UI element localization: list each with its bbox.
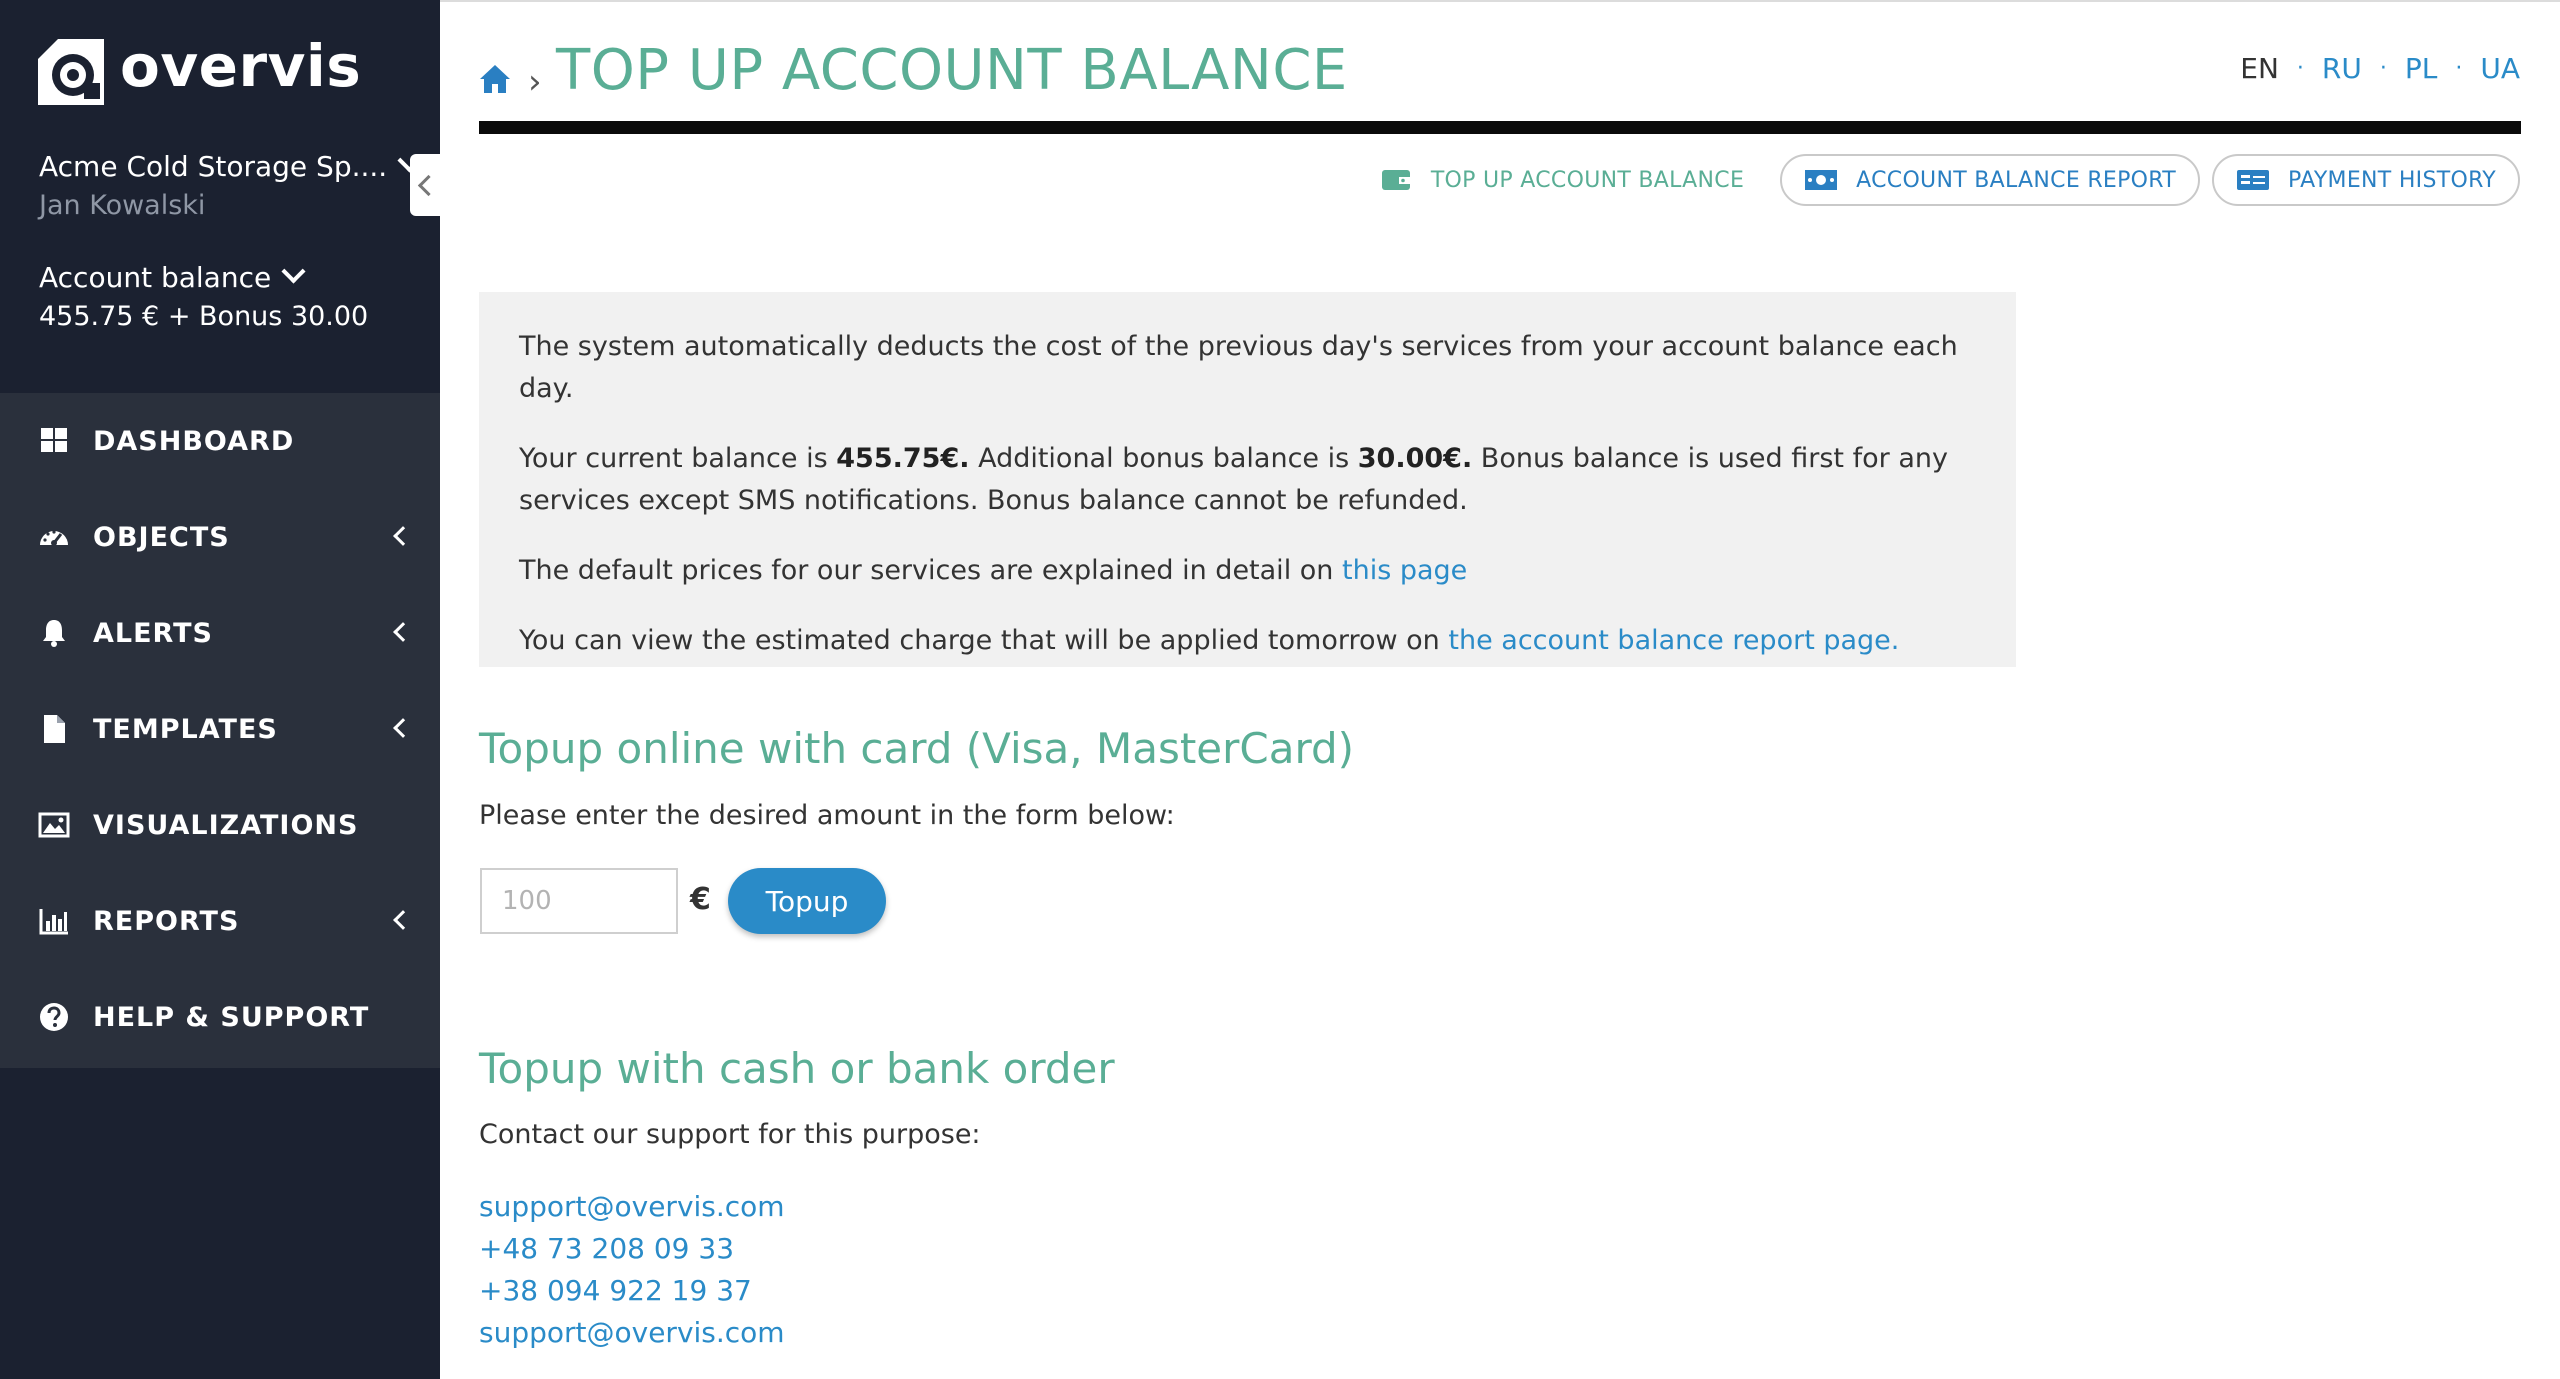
nav-item-alerts[interactable]: ALERTS <box>0 585 440 681</box>
card-topup-instruction: Please enter the desired amount in the f… <box>479 800 1175 831</box>
lang-ua[interactable]: UA <box>2480 52 2520 85</box>
nav-label: REPORTS <box>93 905 240 937</box>
prices-page-link[interactable]: this page <box>1342 555 1467 586</box>
nav-item-reports[interactable]: REPORTS <box>0 873 440 969</box>
support-phone-ua-link[interactable]: +38 094 922 19 37 <box>479 1270 785 1312</box>
nav-item-help-support[interactable]: HELP & SUPPORT <box>0 969 440 1065</box>
question-circle-icon <box>40 1003 68 1031</box>
subnav-payment-history[interactable]: PAYMENT HISTORY <box>2212 154 2520 206</box>
support-phone-pl-link[interactable]: +48 73 208 09 33 <box>479 1228 785 1270</box>
balance-value: 455.75 € + Bonus 30.00 <box>39 301 369 332</box>
info-deduction-text: The system automatically deducts the cos… <box>519 331 1958 404</box>
support-email-link[interactable]: support@overvis.com <box>479 1186 785 1228</box>
banknote-icon <box>1805 170 1838 190</box>
bonus-balance-amount: 30.00€. <box>1357 443 1473 474</box>
home-icon[interactable] <box>478 62 512 96</box>
info-text: Additional bonus balance is <box>969 443 1358 474</box>
info-estimate-text: You can view the estimated charge that w… <box>519 620 1976 662</box>
info-balance-text: Your current balance is 455.75€. Additio… <box>519 438 1976 522</box>
wallet-icon <box>1381 170 1410 190</box>
sidebar-collapse-toggle[interactable] <box>410 154 440 216</box>
nav-label: DASHBOARD <box>93 425 295 457</box>
lang-separator: · <box>2379 56 2387 81</box>
chevron-left-icon <box>393 718 413 738</box>
lang-separator: · <box>2296 56 2304 81</box>
user-name: Jan Kowalski <box>39 190 206 221</box>
page-title: TOP UP ACCOUNT BALANCE <box>556 38 1348 103</box>
nav-item-dashboard[interactable]: DASHBOARD <box>0 393 440 489</box>
nav-label: ALERTS <box>93 617 213 649</box>
sidebar: overvis Acme Cold Storage Sp.... Jan Kow… <box>0 0 440 1379</box>
lang-ru[interactable]: RU <box>2322 52 2362 85</box>
balance-report-link[interactable]: the account balance report page. <box>1448 625 1899 656</box>
money-check-icon <box>2237 170 2270 190</box>
main-nav: DASHBOARD OBJECTS ALERTS TEMPLATES VISUA… <box>0 393 440 1068</box>
subnav-balance-report[interactable]: ACCOUNT BALANCE REPORT <box>1780 154 2201 206</box>
bar-chart-icon <box>39 909 68 935</box>
info-text: Your current balance is <box>519 443 837 474</box>
billing-info-box: The system automatically deducts the cos… <box>479 292 2016 667</box>
nav-item-templates[interactable]: TEMPLATES <box>0 681 440 777</box>
support-contacts: support@overvis.com +48 73 208 09 33 +38… <box>479 1186 785 1354</box>
lang-pl[interactable]: PL <box>2405 52 2437 85</box>
info-prices-text: The default prices for our services are … <box>519 550 1976 592</box>
balance-subnav: TOP UP ACCOUNT BALANCE ACCOUNT BALANCE R… <box>1343 154 2520 206</box>
nav-item-objects[interactable]: OBJECTS <box>0 489 440 585</box>
subnav-report-label: ACCOUNT BALANCE REPORT <box>1856 167 2177 193</box>
cash-topup-instruction: Contact our support for this purpose: <box>479 1119 981 1150</box>
document-icon <box>44 715 65 743</box>
chevron-left-icon <box>393 622 413 642</box>
language-switcher: EN · RU · PL · UA <box>2240 52 2520 85</box>
nav-label: HELP & SUPPORT <box>93 1001 370 1033</box>
topup-amount-input[interactable] <box>480 868 678 934</box>
nav-item-visualizations[interactable]: VISUALIZATIONS <box>0 777 440 873</box>
subnav-topup-label: TOP UP ACCOUNT BALANCE <box>1430 167 1745 193</box>
brand[interactable]: overvis <box>38 32 362 106</box>
nav-label: TEMPLATES <box>93 713 278 745</box>
company-name: Acme Cold Storage Sp.... <box>39 149 388 183</box>
nav-label: OBJECTS <box>93 521 230 553</box>
subnav-topup[interactable]: TOP UP ACCOUNT BALANCE <box>1355 154 1768 206</box>
cash-topup-heading: Topup with cash or bank order <box>479 1044 1115 1093</box>
balance-dropdown[interactable]: Account balance <box>39 257 429 297</box>
subnav-history-label: PAYMENT HISTORY <box>2288 167 2496 193</box>
card-topup-heading: Topup online with card (Visa, MasterCard… <box>479 724 1355 773</box>
brand-name: overvis <box>120 32 362 100</box>
title-divider <box>479 121 2521 134</box>
info-text: The default prices for our services are … <box>519 555 1342 586</box>
lang-separator: · <box>2455 56 2463 81</box>
company-selector[interactable]: Acme Cold Storage Sp.... <box>39 146 429 186</box>
topup-button[interactable]: Topup <box>728 868 886 934</box>
overvis-logo-icon <box>38 39 104 105</box>
info-text: You can view the estimated charge that w… <box>519 625 1449 656</box>
breadcrumb-separator: › <box>528 62 542 102</box>
lang-en[interactable]: EN <box>2240 52 2279 85</box>
speedometer-icon <box>40 530 68 546</box>
balance-label: Account balance <box>39 260 272 294</box>
image-icon <box>38 812 70 838</box>
current-balance-amount: 455.75€. <box>836 443 970 474</box>
currency-symbol: € <box>690 882 711 917</box>
chevron-left-icon <box>393 910 413 930</box>
bell-icon <box>43 620 65 647</box>
chevron-left-icon <box>393 526 413 546</box>
nav-label: VISUALIZATIONS <box>93 809 359 841</box>
chevron-down-icon <box>281 258 306 284</box>
support-email-link[interactable]: support@overvis.com <box>479 1312 785 1354</box>
chevron-left-icon <box>417 174 439 196</box>
grid-icon <box>41 428 67 452</box>
account-panel: Acme Cold Storage Sp.... Jan Kowalski Ac… <box>39 146 429 332</box>
